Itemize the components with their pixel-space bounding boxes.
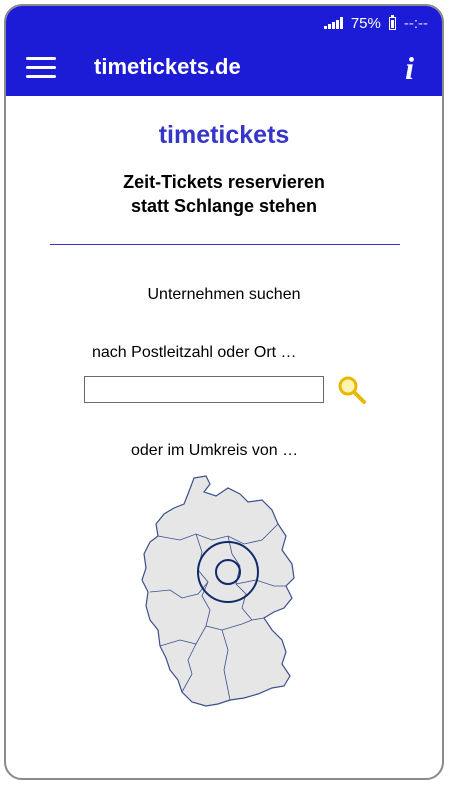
- clock: --:--: [403, 14, 428, 32]
- radius-label: oder im Umkreis von …: [131, 442, 299, 459]
- postal-code-label: nach Postleitzahl oder Ort …: [92, 344, 297, 361]
- app-title: timetickets.de: [94, 54, 241, 79]
- section-title: Unternehmen suchen: [147, 286, 301, 303]
- search-input[interactable]: [84, 376, 324, 403]
- phone-frame: 75% --:-- timetickets.de i timetickets Z…: [4, 4, 444, 780]
- battery-icon: [388, 14, 396, 30]
- germany-map-icon[interactable]: [136, 474, 316, 714]
- status-bar: 75% --:--: [6, 6, 442, 40]
- tagline-line-2: statt Schlange stehen: [130, 196, 318, 216]
- germany-outline: [141, 475, 295, 707]
- tagline-line-1: Zeit-Tickets reservieren: [123, 172, 325, 192]
- tagline: Zeit-Tickets reservieren statt Schlange …: [6, 170, 442, 218]
- app-bar: timetickets.de i: [6, 40, 442, 96]
- divider: [50, 244, 400, 245]
- hamburger-menu-icon[interactable]: [26, 57, 56, 79]
- battery-percentage: 75%: [350, 14, 381, 32]
- signal-icon: [323, 17, 343, 29]
- info-icon[interactable]: i: [405, 50, 414, 87]
- magnifier-icon[interactable]: [336, 374, 368, 406]
- brand-heading: timetickets: [158, 121, 290, 149]
